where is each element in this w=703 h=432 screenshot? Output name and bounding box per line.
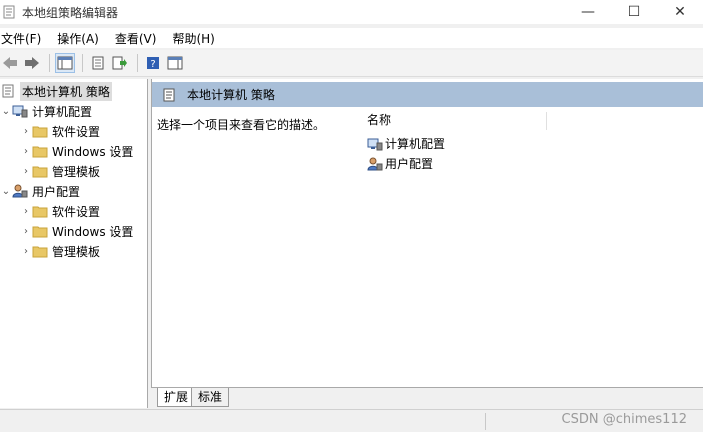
- folder-icon: [32, 163, 48, 179]
- tree-user-config-label: 用户配置: [32, 184, 81, 199]
- help-icon[interactable]: ?: [143, 53, 163, 73]
- tree-item-software-settings[interactable]: › 软件设置: [20, 201, 100, 221]
- folder-icon: [32, 243, 48, 259]
- menu-view[interactable]: 查看(V): [115, 30, 165, 47]
- details-pane: 本地计算机 策略 选择一个项目来查看它的描述。 名称 计算机配置 用户配置: [151, 79, 703, 387]
- minimize-button[interactable]: —: [565, 0, 611, 24]
- folder-icon: [32, 143, 48, 159]
- user-config-icon: [12, 183, 28, 199]
- description-text: 选择一个项目来查看它的描述。: [157, 118, 326, 132]
- toolbar-separator: [49, 54, 50, 72]
- computer-config-icon: [12, 103, 28, 119]
- export-list-icon[interactable]: [110, 53, 130, 73]
- tree-item-software-settings[interactable]: › 软件设置: [20, 121, 100, 141]
- view-tabs: 扩展 标准: [151, 387, 703, 408]
- tree-computer-config-label: 计算机配置: [32, 104, 93, 119]
- tree-item-windows-settings[interactable]: › Windows 设置: [20, 141, 133, 161]
- tree-item-label: Windows 设置: [52, 224, 134, 239]
- tree-item-windows-settings[interactable]: › Windows 设置: [20, 221, 133, 241]
- toolbar: ?: [0, 50, 703, 77]
- tree-item-label: 管理模板: [52, 244, 101, 259]
- tab-extended[interactable]: 扩展: [157, 388, 196, 407]
- item-list: 名称 计算机配置 用户配置: [355, 107, 703, 387]
- folder-icon: [32, 203, 48, 219]
- status-separator: [485, 413, 486, 430]
- chevron-right-icon[interactable]: ›: [20, 126, 32, 137]
- close-button[interactable]: ✕: [657, 0, 703, 24]
- menu-help[interactable]: 帮助(H): [172, 30, 222, 47]
- folder-icon: [32, 123, 48, 139]
- svg-text:?: ?: [150, 59, 155, 70]
- column-header-name[interactable]: 名称: [367, 112, 547, 130]
- toolbar-separator: [82, 54, 83, 72]
- list-item-label: 计算机配置: [385, 137, 446, 151]
- maximize-button[interactable]: ☐: [611, 0, 657, 24]
- show-tree-icon[interactable]: [55, 53, 75, 73]
- menu-action[interactable]: 操作(A): [57, 30, 107, 47]
- list-item-user-config[interactable]: 用户配置: [367, 154, 433, 173]
- tree-item-admin-templates[interactable]: › 管理模板: [20, 161, 100, 181]
- tree-item-label: 软件设置: [52, 204, 101, 219]
- properties-icon[interactable]: [88, 53, 108, 73]
- tree-item-label: Windows 设置: [52, 144, 134, 159]
- toolbar-separator: [137, 54, 138, 72]
- tree-item-admin-templates[interactable]: › 管理模板: [20, 241, 100, 261]
- tab-standard[interactable]: 标准: [191, 388, 230, 407]
- tree-item-label: 管理模板: [52, 164, 101, 179]
- policy-doc-icon: [0, 83, 16, 99]
- menu-file[interactable]: 文件(F): [1, 30, 49, 47]
- chevron-right-icon[interactable]: ›: [20, 146, 32, 157]
- chevron-right-icon[interactable]: ›: [20, 226, 32, 237]
- watermark-text: CSDN @chimes112: [561, 412, 687, 427]
- folder-icon: [32, 223, 48, 239]
- list-item-computer-config[interactable]: 计算机配置: [367, 134, 445, 153]
- chevron-right-icon[interactable]: ›: [20, 166, 32, 177]
- user-config-icon: [367, 156, 383, 172]
- tree-pane: 本地计算机 策略 ⌄ 计算机配置 › 软件设置 › Windows 设置 › 管…: [0, 79, 148, 408]
- computer-config-icon: [367, 136, 383, 152]
- back-arrow-icon[interactable]: [0, 53, 20, 73]
- list-item-label: 用户配置: [385, 157, 434, 171]
- window-title: 本地组策略编辑器: [22, 5, 119, 20]
- chevron-down-icon[interactable]: ⌄: [0, 106, 12, 117]
- tree-computer-config[interactable]: ⌄ 计算机配置: [0, 101, 92, 121]
- chevron-right-icon[interactable]: ›: [20, 246, 32, 257]
- chevron-right-icon[interactable]: ›: [20, 206, 32, 217]
- title-bar: 本地组策略编辑器 — ☐ ✕: [0, 0, 703, 24]
- policy-app-icon: [3, 5, 15, 19]
- menu-bar: 文件(F) 操作(A) 查看(V) 帮助(H): [0, 28, 703, 48]
- policy-doc-icon: [161, 87, 177, 103]
- tree-user-config[interactable]: ⌄ 用户配置: [0, 181, 80, 201]
- details-header: 本地计算机 策略: [152, 82, 703, 107]
- tree-item-label: 软件设置: [52, 124, 101, 139]
- show-action-pane-icon[interactable]: [165, 53, 185, 73]
- details-header-title: 本地计算机 策略: [187, 88, 275, 102]
- tree-root-label: 本地计算机 策略: [20, 81, 112, 101]
- chevron-down-icon[interactable]: ⌄: [0, 186, 12, 197]
- forward-arrow-icon[interactable]: [22, 53, 42, 73]
- status-bar: CSDN @chimes112: [0, 409, 703, 432]
- tree-root[interactable]: 本地计算机 策略: [0, 81, 112, 101]
